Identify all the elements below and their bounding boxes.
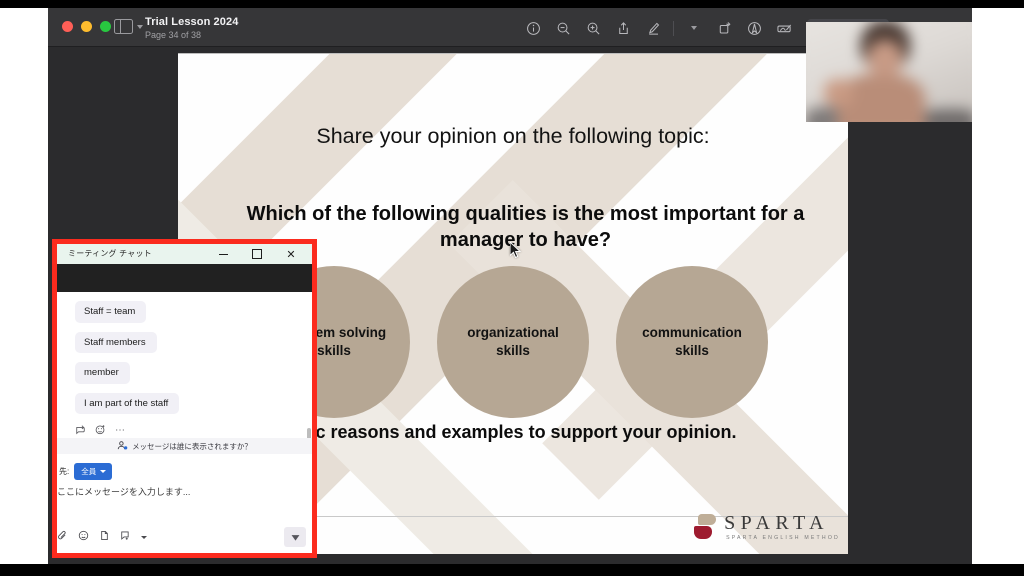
window-traffic-lights[interactable] — [62, 21, 111, 32]
zoom-out-icon[interactable] — [548, 19, 578, 37]
webcam-video-thumbnail[interactable] — [806, 22, 972, 122]
toolbar-divider — [673, 20, 674, 36]
more-options-icon[interactable]: ⋯ — [115, 426, 126, 436]
file-icon[interactable] — [99, 528, 110, 546]
chat-titlebar: ミーティング チャット ✕ — [57, 244, 312, 264]
zoom-window-button[interactable] — [100, 21, 111, 32]
chat-message-list[interactable]: Staff = team Staff members member I am p… — [57, 292, 312, 455]
maximize-chat-button[interactable] — [240, 244, 274, 264]
chat-recipient-value: 全員 — [81, 467, 97, 476]
chat-header-bar — [57, 264, 312, 292]
chat-window-controls: ✕ — [206, 244, 308, 264]
sparta-logo-mark-icon — [694, 512, 717, 542]
option-circle: communication skills — [616, 266, 768, 418]
close-chat-button[interactable]: ✕ — [274, 244, 308, 264]
chat-recipient-selector[interactable]: 全員 — [74, 463, 113, 480]
attachment-icon[interactable] — [57, 528, 68, 546]
share-icon[interactable] — [608, 19, 638, 37]
chat-compose-toolbar — [57, 527, 306, 547]
minimize-chat-button[interactable] — [206, 244, 240, 264]
markup-dropdown-icon[interactable] — [679, 19, 709, 37]
slide-question: Which of the following qualities is the … — [246, 203, 805, 251]
send-icon[interactable] — [284, 527, 306, 547]
document-page-indicator: Page 34 of 38 — [145, 30, 202, 40]
chat-message-bubble: I am part of the staff — [75, 392, 180, 414]
rotate-icon[interactable] — [709, 19, 739, 37]
screenshare-band-bottom — [0, 564, 1024, 576]
emoji-icon[interactable] — [78, 528, 89, 546]
screen-root: Trial Lesson 2024 Page 34 of 38 Share yo… — [0, 0, 1024, 576]
slide-heading: Share your opinion on the following topi… — [316, 124, 710, 148]
chevron-down-icon — [691, 26, 697, 30]
sparta-logo: SPARTA SPARTA ENGLISH METHOD — [694, 512, 840, 542]
person-add-icon — [117, 438, 128, 456]
meeting-chat-window: ミーティング チャット ✕ Staff = team Staff members… — [52, 239, 317, 558]
close-window-button[interactable] — [62, 21, 73, 32]
chat-visibility-notice: メッセージは誰に表示されますか？ — [57, 438, 312, 455]
chat-recipient-row: 先: 全員 — [57, 463, 113, 480]
webcam-blurred-frame — [806, 22, 972, 122]
chevron-down-icon — [137, 24, 143, 29]
chat-message-input[interactable]: ここにメッセージを入力します... — [57, 485, 190, 498]
chat-message-bubble: Staff members — [75, 331, 157, 353]
minimize-window-button[interactable] — [81, 21, 92, 32]
sparta-logo-wordmark: SPARTA — [724, 511, 830, 534]
zoom-in-icon[interactable] — [578, 19, 608, 37]
sparta-logo-tagline: SPARTA ENGLISH METHOD — [726, 534, 840, 541]
chevron-down-icon — [100, 470, 107, 473]
chat-to-label: 先: — [59, 467, 70, 476]
chat-message-bubble: member — [75, 362, 130, 384]
markup-pen-icon[interactable] — [638, 19, 668, 37]
chat-visibility-text: メッセージは誰に表示されますか？ — [132, 442, 252, 451]
sidebar-toggle-button[interactable] — [114, 19, 143, 34]
annotate-icon[interactable] — [739, 19, 769, 37]
sidebar-icon — [114, 19, 133, 34]
chat-window-title: ミーティング チャット — [68, 249, 152, 258]
chat-compose-area: 先: 全員 ここにメッセージを入力します... — [57, 454, 312, 553]
sticker-icon[interactable] — [120, 528, 131, 546]
signature-icon[interactable] — [769, 19, 799, 37]
chat-message-bubble: Staff = team — [75, 301, 147, 323]
document-title: Trial Lesson 2024 — [145, 16, 239, 28]
info-icon[interactable] — [518, 19, 548, 37]
screenshare-band-top — [0, 0, 1024, 8]
option-circle: organizational skills — [437, 266, 589, 418]
more-tools-chevron-icon[interactable] — [141, 535, 147, 539]
